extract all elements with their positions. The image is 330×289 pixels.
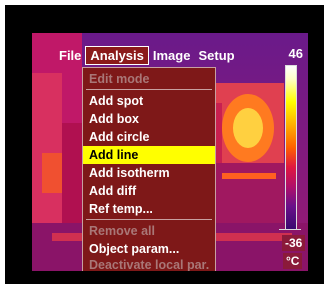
scale-divider [279, 229, 301, 230]
scale-min-value: -36 [282, 235, 306, 251]
camera-display-frame: File Analysis Image Setup 46 Edit mode A… [5, 5, 324, 284]
menu-item-edit-mode[interactable]: Edit mode [83, 70, 215, 88]
temperature-unit: °C [283, 253, 303, 269]
menu-separator [86, 219, 212, 220]
menu-item-deactivate-local-par[interactable]: Deactivate local par. [83, 258, 215, 271]
menu-image[interactable]: Image [149, 47, 195, 64]
menu-item-add-isotherm[interactable]: Add isotherm [83, 164, 215, 182]
menu-bar: File Analysis Image Setup [55, 45, 239, 65]
menu-item-remove-all[interactable]: Remove all [83, 222, 215, 240]
thermal-screen: File Analysis Image Setup 46 Edit mode A… [32, 33, 308, 271]
analysis-dropdown-menu: Edit mode Add spot Add box Add circle Ad… [82, 67, 216, 271]
temperature-scale-bar [285, 65, 297, 230]
menu-item-object-param[interactable]: Object param... [83, 240, 215, 258]
menu-item-add-line[interactable]: Add line [83, 146, 215, 164]
menu-item-ref-temp[interactable]: Ref temp... [83, 200, 215, 218]
menu-setup[interactable]: Setup [194, 47, 238, 64]
scale-max-value: 46 [288, 46, 303, 61]
menu-separator [86, 89, 212, 90]
menu-file[interactable]: File [55, 47, 85, 64]
menu-analysis[interactable]: Analysis [85, 45, 149, 65]
menu-item-add-circle[interactable]: Add circle [83, 128, 215, 146]
menu-item-add-spot[interactable]: Add spot [83, 92, 215, 110]
menu-item-add-diff[interactable]: Add diff [83, 182, 215, 200]
menu-item-add-box[interactable]: Add box [83, 110, 215, 128]
